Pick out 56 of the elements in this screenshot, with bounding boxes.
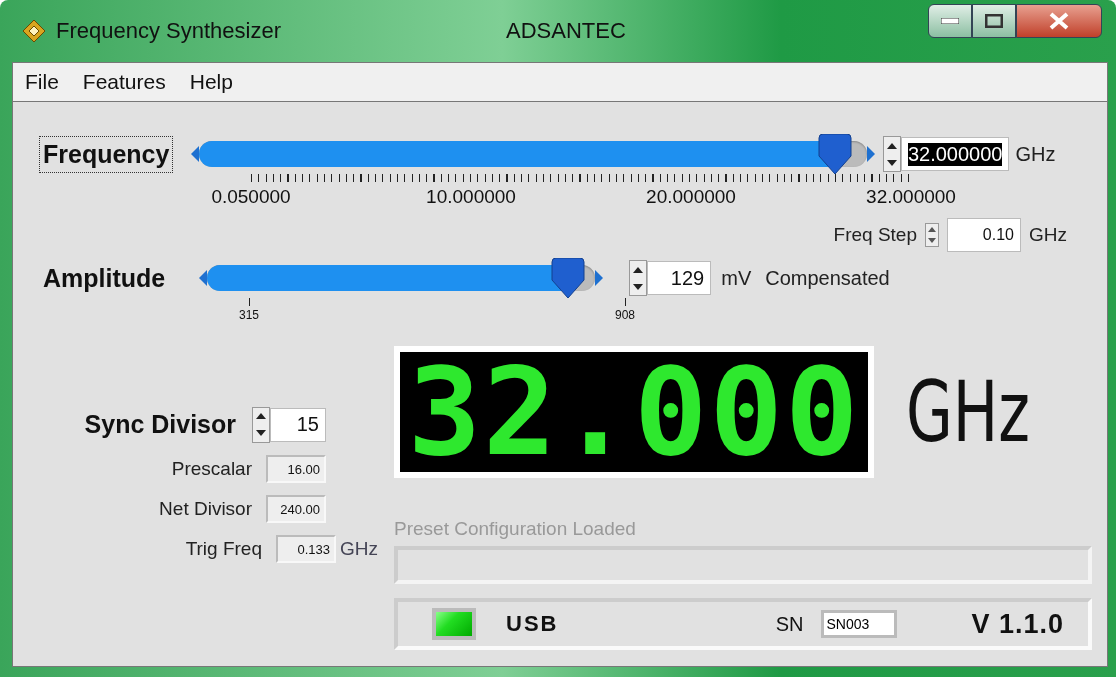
- amplitude-input[interactable]: 129: [647, 261, 712, 295]
- minimize-button[interactable]: [928, 4, 972, 38]
- frequency-label: Frequency: [39, 135, 174, 173]
- frequency-input[interactable]: 32.000000: [901, 137, 1010, 171]
- sync-divisor-label: Sync Divisor: [83, 409, 237, 440]
- minimize-icon: [941, 18, 959, 24]
- decrease-arrow-icon[interactable]: [197, 270, 208, 286]
- serial-label: SN: [775, 612, 804, 636]
- frequency-display: 32.000: [394, 346, 874, 478]
- readout-value: 0.133: [276, 535, 336, 563]
- usb-label: USB: [506, 611, 560, 637]
- preset-status: Preset Configuration Loaded: [394, 518, 637, 540]
- slider-thumb[interactable]: [549, 258, 586, 298]
- amplitude-unit: mV: [721, 266, 752, 290]
- scale-tick: [249, 298, 250, 306]
- increase-arrow-icon[interactable]: [867, 146, 878, 162]
- scale-label: 908: [615, 308, 635, 322]
- slider-thumb[interactable]: [817, 134, 854, 174]
- scale-label: 315: [239, 308, 259, 322]
- menu-item[interactable]: File: [25, 70, 59, 94]
- close-button[interactable]: [1016, 4, 1102, 38]
- readout-value: 16.00: [266, 455, 326, 483]
- menu-item[interactable]: Features: [82, 70, 166, 94]
- amplitude-label: Amplitude: [42, 262, 167, 294]
- readout-value: 240.00: [266, 495, 326, 523]
- window-title: Frequency Synthesizer: [56, 18, 281, 44]
- spinner-arrows-icon[interactable]: [252, 406, 270, 443]
- maximize-button[interactable]: [972, 4, 1016, 38]
- maximize-icon: [985, 14, 1003, 28]
- decrease-arrow-icon[interactable]: [189, 146, 200, 162]
- scale-label: 20.000000: [646, 186, 736, 208]
- readout-label: Net Divisor: [159, 498, 252, 520]
- readout-unit: GHz: [340, 538, 378, 560]
- sync-divisor-input[interactable]: 15: [270, 407, 326, 442]
- readout-label: Trig Freq: [185, 538, 262, 560]
- app-logo-icon: [22, 19, 46, 43]
- version-label: V 1.1.0: [971, 608, 1064, 640]
- spinner-arrows-icon[interactable]: [925, 223, 939, 247]
- scale-label: 0.050000: [211, 186, 291, 208]
- display-unit: GHz: [906, 363, 1031, 461]
- scale-label: 32.000000: [866, 186, 956, 208]
- scale-tick: [625, 298, 626, 306]
- menu-item[interactable]: Help: [189, 70, 233, 94]
- freq-step-label: Freq Step: [833, 224, 917, 246]
- close-icon: [1048, 12, 1070, 30]
- serial-field: SN003: [821, 610, 898, 638]
- readout-label: Prescalar: [171, 458, 252, 480]
- increase-arrow-icon[interactable]: [595, 270, 606, 286]
- scale-label: 10.000000: [426, 186, 516, 208]
- spinner-arrows-icon[interactable]: [629, 260, 648, 296]
- freq-step-unit: GHz: [1029, 224, 1067, 246]
- vendor-name: ADSANTEC: [506, 18, 627, 44]
- frequency-unit: GHz: [1015, 142, 1056, 166]
- freq-step-input[interactable]: 0.10: [947, 218, 1021, 252]
- compensation-mode: Compensated: [765, 266, 890, 290]
- spinner-arrows-icon[interactable]: [883, 136, 902, 172]
